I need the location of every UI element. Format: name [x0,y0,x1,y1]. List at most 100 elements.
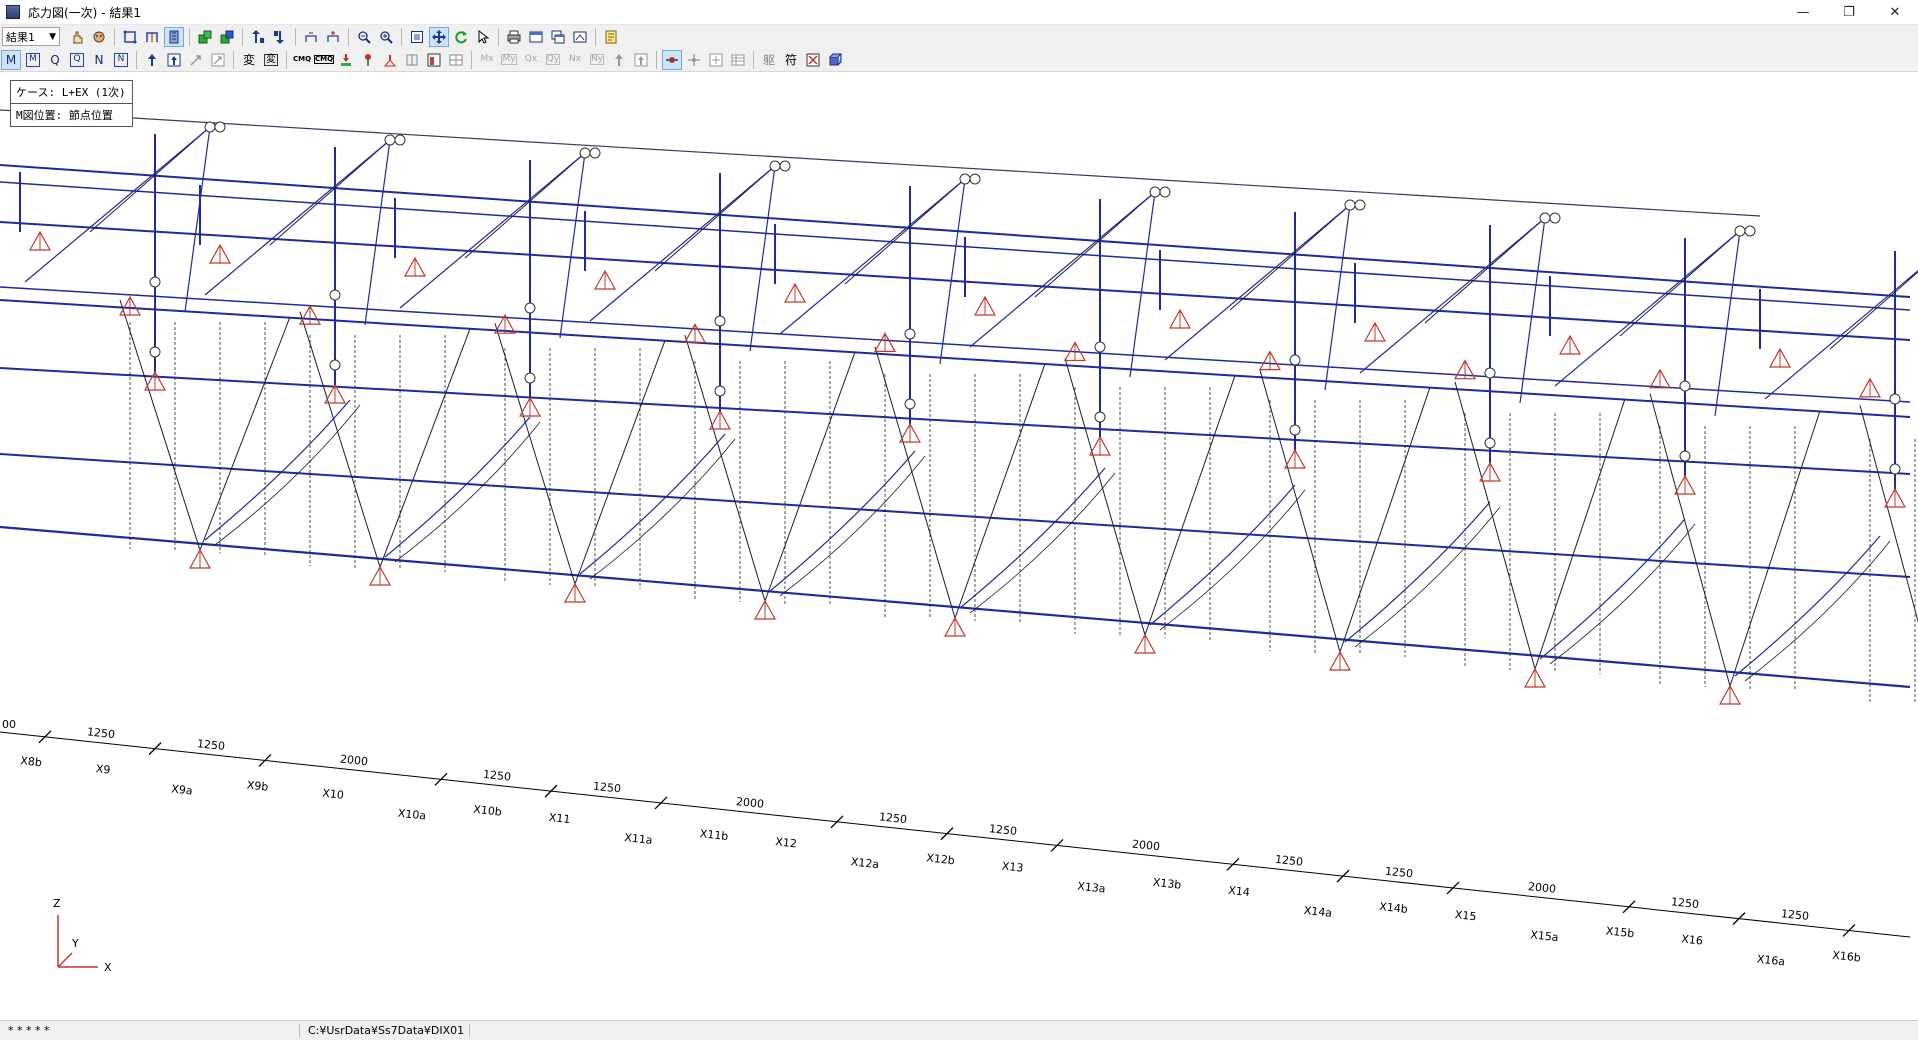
node-box-icon[interactable] [706,50,726,70]
frame-select-icon[interactable] [120,27,140,47]
moment-button[interactable]: M [1,49,21,70]
hinge-icon [589,147,601,159]
paint-icon[interactable] [89,27,109,47]
dimension-baseline [0,731,1911,938]
rotate-icon[interactable] [451,27,471,47]
nx-button[interactable]: Nx [565,50,585,70]
load-red-icon[interactable] [358,50,378,70]
moment-line [1649,393,1731,687]
deform-box-button[interactable]: 変 [261,50,281,70]
hand-icon[interactable] [67,27,87,47]
support-icon [973,295,997,316]
diagram-red-icon[interactable] [424,50,444,70]
structure-view[interactable]: 00 1250 1250 2000 1250 1250 2000 1250 1250 2000 12… [0,72,1918,1020]
grid-label: X13 [1001,860,1024,875]
drawing-canvas[interactable]: 00 1250 1250 2000 1250 1250 2000 1250 1250 2000 12… [0,72,1918,1020]
window2-icon[interactable] [548,27,568,47]
pointer-icon[interactable] [473,27,493,47]
pan-icon[interactable] [429,26,449,47]
cmq-button[interactable]: CMQ [292,50,312,70]
grid-label: X9 [95,762,111,776]
qx-label: Qx [524,54,538,64]
down-arrow-icon[interactable] [270,27,290,47]
deform-button[interactable]: 変 [239,50,259,70]
symbol-button[interactable]: 符 [781,50,801,70]
dimension-value: 2000 [1131,838,1160,854]
grid-icon[interactable] [446,50,466,70]
shear-button[interactable]: Q [45,50,65,70]
dimension-value: 1250 [1274,853,1303,869]
bookmark-icon[interactable] [164,26,184,47]
support-icon [1133,633,1157,654]
frame-right-icon[interactable] [323,27,343,47]
restore-icon[interactable]: ❐ [1826,0,1872,24]
grid-label: X12 [775,835,798,850]
node-red-icon[interactable] [662,49,682,70]
zoom-in-icon[interactable] [376,27,396,47]
m-position-label: M図位置: 節点位置 [11,103,132,126]
fit-icon[interactable] [407,27,427,47]
beam-line [0,221,1911,341]
hinge-icon [769,160,781,172]
table-gray-icon[interactable] [728,50,748,70]
axial-box-button[interactable]: N [111,50,131,70]
dimension-value: 1250 [878,810,907,826]
ny-button[interactable]: Ny [587,50,607,70]
dimension-value: 1250 [86,725,115,741]
moment-curve [394,421,541,563]
cmq-box-button[interactable]: CMQ [313,50,335,70]
reaction-box-icon[interactable] [164,50,184,70]
moment-box-label: M [26,52,40,67]
up-gray-icon[interactable] [609,50,629,70]
node-gray-icon[interactable] [684,50,704,70]
shear-box-button[interactable]: Q [67,50,87,70]
support-icon [118,295,142,316]
hinge-icon [394,134,406,146]
green-view2-icon[interactable] [217,27,237,47]
green-view-icon[interactable] [195,27,215,47]
notes-icon[interactable] [601,27,621,47]
reaction-up-icon[interactable] [142,50,162,70]
zoom-out-icon[interactable] [354,27,374,47]
view3d-icon[interactable] [825,50,845,70]
diagonal-arrow-icon[interactable] [186,50,206,70]
hinge-icon [1889,463,1901,475]
mx-button[interactable]: Mx [477,50,497,70]
rafter-line [399,152,586,309]
load-support-icon[interactable] [380,50,400,70]
grid-label: X8b [20,754,43,769]
frame-display-icon[interactable] [142,27,162,47]
frame-left-icon[interactable] [301,27,321,47]
moment-box-button[interactable]: M [23,50,43,70]
window-icon[interactable] [526,27,546,47]
rafter-line [1359,217,1546,374]
axial-button[interactable]: N [89,50,109,70]
deform-box-label: 変 [264,53,278,66]
qy-button[interactable]: Qy [543,50,563,70]
result-select[interactable]: 結果1 ▼ [2,27,60,46]
up-arrow-icon[interactable] [248,27,268,47]
axial-box-label: N [114,52,128,67]
minimize-icon[interactable]: — [1780,0,1826,24]
hinge-icon [1484,437,1496,449]
my-button[interactable]: My [499,50,519,70]
app-icon [6,5,20,19]
red-mark-icon[interactable] [803,50,823,70]
moment-line [299,311,381,568]
my-label: My [501,54,517,65]
diagonal-arrow2-icon[interactable] [208,50,228,70]
print-icon[interactable] [504,27,524,47]
section-icon[interactable] [402,50,422,70]
load-green-icon[interactable] [336,50,356,70]
window3-icon[interactable] [570,27,590,47]
support-icon [188,548,212,569]
up-gray-box-icon[interactable] [631,50,651,70]
qx-button[interactable]: Qx [521,50,541,70]
moment-curve [769,450,916,592]
support-icon [1883,487,1907,508]
moment-curve [959,467,1106,609]
hinge-icon [149,276,161,288]
member-button[interactable]: 躯 [759,50,779,70]
beam-line [0,367,1911,475]
close-icon[interactable]: ✕ [1872,0,1918,24]
